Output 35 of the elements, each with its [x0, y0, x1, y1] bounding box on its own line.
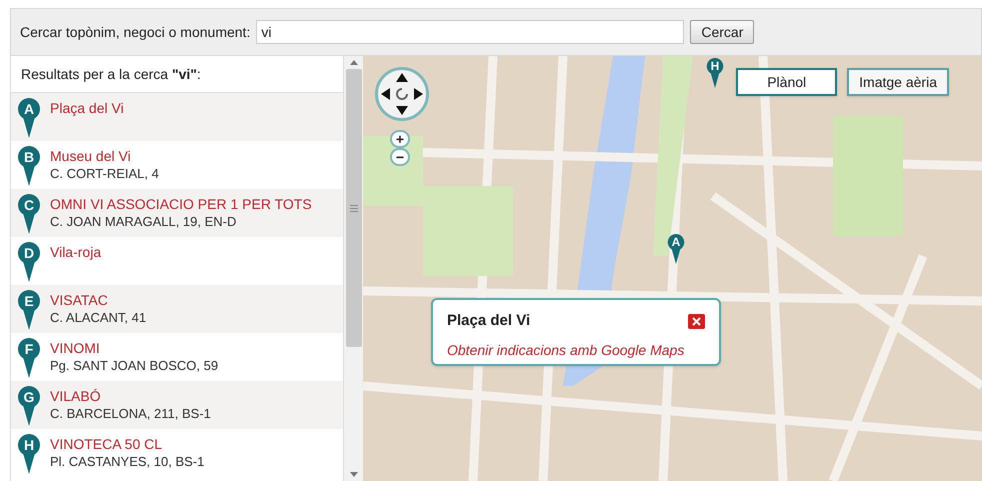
- result-item[interactable]: G VILABÓ C. BARCELONA, 211, BS-1: [11, 381, 343, 429]
- grip-icon: [350, 204, 358, 212]
- pan-arrows-icon: [379, 71, 425, 117]
- popup-title: Plaça del Vi: [447, 311, 530, 331]
- search-field[interactable]: vi: [256, 20, 684, 44]
- result-address: C. JOAN MARAGALL, 19, EN-D: [50, 213, 238, 230]
- result-name[interactable]: Vila-roja: [50, 244, 102, 261]
- result-name[interactable]: VISATAC: [50, 292, 146, 309]
- map-view[interactable]: + − Plànol Imatge aèria H A Plaça del Vi Obtenir indicacions amb Google Maps: [363, 56, 982, 481]
- result-name[interactable]: VILABÓ: [50, 388, 211, 405]
- result-address: C. BARCELONA, 211, BS-1: [50, 405, 211, 422]
- result-name[interactable]: Plaça del Vi: [50, 100, 124, 117]
- map-layer-button[interactable]: Imatge aèria: [847, 68, 949, 96]
- scroll-down-icon[interactable]: [350, 472, 358, 477]
- result-address: Pl. CASTANYES, 10, BS-1: [50, 453, 204, 470]
- result-address: C. ALACANT, 41: [50, 309, 146, 326]
- result-item[interactable]: A Plaça del Vi: [11, 93, 343, 141]
- results-heading: Resultats per a la cerca "vi":: [21, 64, 201, 84]
- close-icon: [692, 316, 701, 326]
- scrollbar-thumb[interactable]: [346, 69, 362, 347]
- search-button[interactable]: Cercar: [690, 20, 754, 44]
- map-layer-button[interactable]: Plànol: [736, 68, 838, 96]
- search-label: Cercar topònim, negoci o monument:: [20, 22, 250, 42]
- directions-link[interactable]: Obtenir indicacions amb Google Maps: [447, 340, 705, 360]
- result-name[interactable]: VINOMI: [50, 340, 218, 357]
- close-button[interactable]: [688, 314, 705, 329]
- scroll-up-icon[interactable]: [350, 60, 358, 65]
- result-name[interactable]: OMNI VI ASSOCIACIO PER 1 PER TOTS: [50, 196, 312, 213]
- result-item[interactable]: C OMNI VI ASSOCIACIO PER 1 PER TOTS C. JOAN MARAGALL, 19, EN-D: [11, 189, 343, 237]
- result-item[interactable]: E VISATAC C. ALACANT, 41: [11, 285, 343, 333]
- result-name[interactable]: Museu del Vi: [50, 148, 159, 165]
- result-address: Pg. SANT JOAN BOSCO, 59: [50, 357, 218, 374]
- scrollbar[interactable]: [343, 56, 363, 481]
- result-address: C. CORT-REIAL, 4: [50, 165, 159, 182]
- result-name[interactable]: VINOTECA 50 CL: [50, 436, 204, 453]
